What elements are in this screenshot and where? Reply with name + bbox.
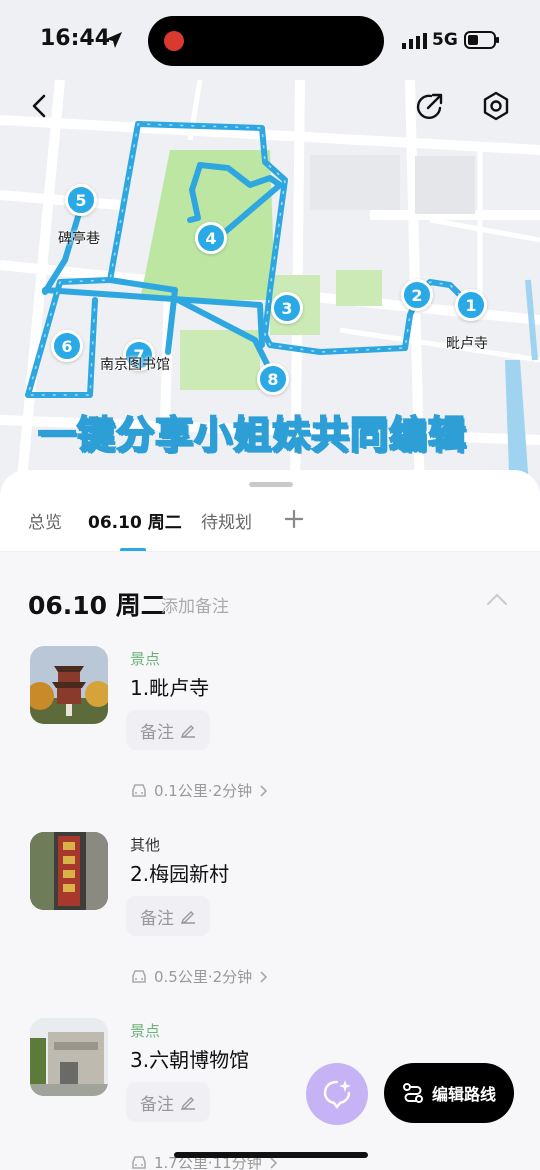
sheet-grabber[interactable] — [249, 482, 293, 487]
note-button[interactable]: 备注 — [126, 710, 210, 750]
item-name: 1.毗卢寺 — [130, 676, 210, 700]
note-label: 备注 — [140, 908, 174, 929]
note-label: 备注 — [140, 1094, 174, 1115]
note-button[interactable]: 备注 — [126, 896, 210, 936]
map-marker-6[interactable]: 6 — [51, 330, 83, 362]
distance-row[interactable]: 0.1公里·2分钟 — [130, 780, 268, 801]
settings-button[interactable] — [474, 84, 518, 128]
ai-assistant-button[interactable] — [306, 1063, 368, 1125]
back-button[interactable] — [18, 84, 62, 128]
list-item[interactable]: 其他 2.梅园新村 备注 0.5公里·2分钟 — [30, 832, 510, 992]
recording-dot — [164, 31, 184, 51]
signal-icon — [402, 33, 427, 49]
share-banner: 一键分享小姐妹共同编辑 — [37, 412, 468, 458]
day-tabs: 总览 06.10 周二 待规划 — [0, 508, 540, 552]
pencil-icon — [180, 1097, 195, 1110]
map-marker-1[interactable]: 1 — [455, 289, 487, 321]
tab-unplanned[interactable]: 待规划 — [201, 508, 252, 533]
thumbnail-temple — [30, 646, 108, 724]
pencil-icon — [180, 725, 195, 738]
item-category: 景点 — [130, 1022, 161, 1040]
note-label: 备注 — [140, 722, 174, 743]
battery-icon — [464, 31, 499, 49]
item-category: 景点 — [130, 650, 161, 668]
status-time: 16:44 — [40, 26, 111, 51]
chevron-right-icon — [260, 784, 268, 797]
car-icon — [132, 783, 146, 797]
edit-route-label: 编辑路线 — [431, 1085, 496, 1104]
list-item[interactable]: 景点 1.毗卢寺 备注 0.1公里·2分钟 — [30, 646, 510, 806]
status-bar: 16:44 5G — [0, 0, 540, 80]
map-marker-3[interactable]: 3 — [271, 292, 303, 324]
chevron-right-icon — [260, 970, 268, 983]
item-category: 其他 — [130, 836, 161, 854]
sparkle-chat-icon — [323, 1080, 351, 1109]
share-icon — [416, 93, 443, 120]
tab-day[interactable]: 06.10 周二 — [88, 508, 182, 533]
note-button[interactable]: 备注 — [126, 1082, 210, 1122]
tab-overview[interactable]: 总览 — [28, 508, 62, 533]
pencil-icon — [180, 911, 195, 924]
add-day-icon[interactable] — [284, 509, 304, 529]
add-note-link[interactable]: 添加备注 — [161, 592, 229, 617]
gear-icon — [483, 91, 509, 121]
share-button[interactable] — [408, 84, 452, 128]
car-icon — [132, 969, 146, 983]
map-marker-4[interactable]: 4 — [195, 222, 227, 254]
location-arrow-icon — [106, 32, 122, 48]
chevron-up-icon[interactable] — [486, 592, 508, 606]
network-label: 5G — [432, 30, 458, 50]
place-label-pilu: 毗卢寺 — [446, 336, 488, 352]
thumbnail-museum — [30, 1018, 108, 1096]
distance-text: 0.1公里·2分钟 — [154, 782, 253, 800]
car-icon — [132, 1155, 146, 1169]
map-marker-5[interactable]: 5 — [65, 184, 97, 216]
thumbnail-meiyuan — [30, 832, 108, 910]
route-icon — [402, 1083, 423, 1103]
place-label-library: 南京图书馆 — [100, 357, 170, 373]
edit-route-button[interactable]: 编辑路线 — [384, 1063, 514, 1123]
dynamic-island — [148, 16, 384, 66]
home-indicator[interactable] — [174, 1152, 368, 1158]
distance-row[interactable]: 0.5公里·2分钟 — [130, 966, 268, 987]
place-label-beiting: 碑亭巷 — [58, 231, 100, 247]
item-name: 3.六朝博物馆 — [130, 1048, 250, 1072]
map-marker-8[interactable]: 8 — [257, 363, 289, 395]
item-name: 2.梅园新村 — [130, 862, 230, 886]
distance-text: 0.5公里·2分钟 — [154, 968, 253, 986]
chevron-left-icon — [32, 94, 46, 118]
map-marker-2[interactable]: 2 — [401, 279, 433, 311]
day-title: 06.10 周二 — [28, 591, 166, 620]
